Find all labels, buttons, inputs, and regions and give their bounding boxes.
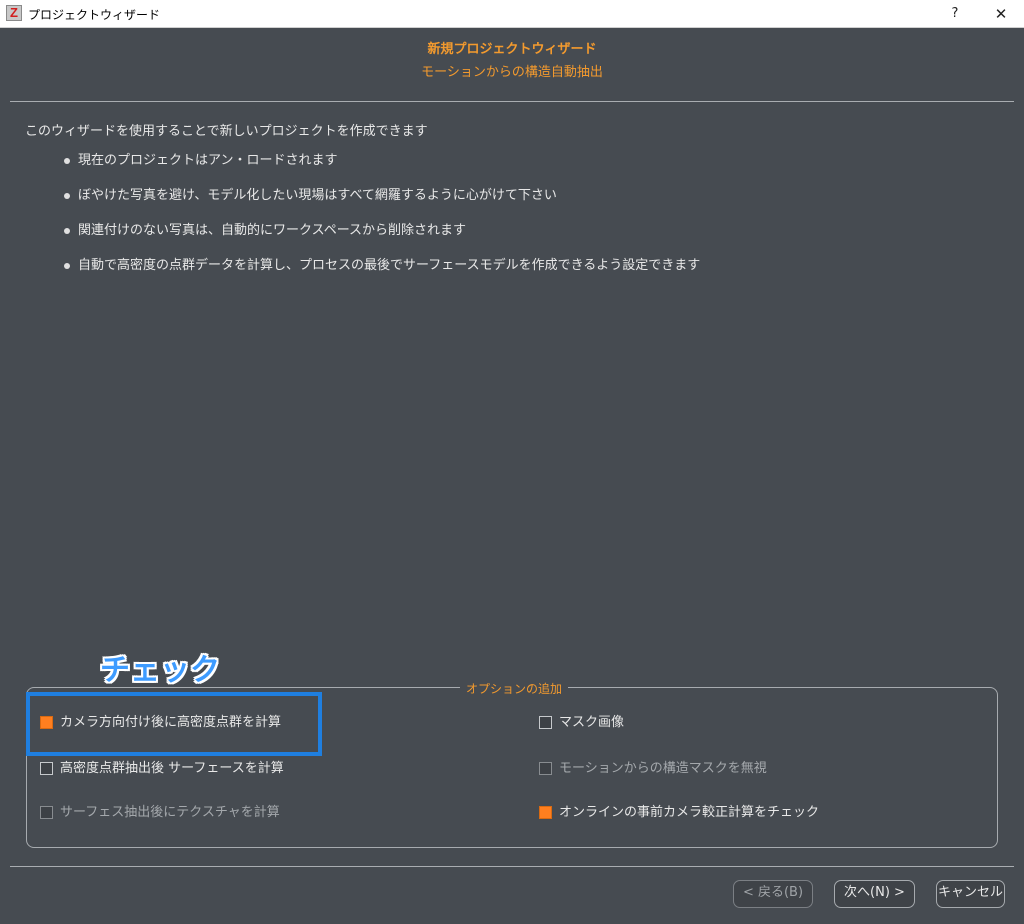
option-label: オンラインの事前カメラ較正計算をチェック: [559, 805, 820, 820]
option-mask-images[interactable]: マスク画像: [539, 715, 624, 733]
checkbox-checked-icon[interactable]: [539, 806, 552, 819]
option-surface-after-dense[interactable]: 高密度点群抽出後 サーフェースを計算: [40, 761, 284, 779]
back-button[interactable]: < 戻る(B): [733, 880, 813, 908]
bullet-icon: [64, 228, 70, 234]
annotation-label: チェック: [100, 653, 220, 688]
list-item-text: 関連付けのない写真は、自動的にワークスペースから削除されます: [78, 223, 467, 238]
option-label: カメラ方向付け後に高密度点群を計算: [60, 715, 282, 730]
bullet-icon: [64, 158, 70, 164]
options-group-legend: オプションの追加: [460, 680, 569, 697]
intro-text: このウィザードを使用することで新しいプロジェクトを作成できます: [25, 124, 428, 139]
next-button[interactable]: 次へ(N) >: [834, 880, 915, 908]
list-item-text: 自動で高密度の点群データを計算し、プロセスの最後でサーフェースモデルを作成できる…: [78, 258, 701, 273]
option-label: サーフェス抽出後にテクスチャを計算: [60, 805, 280, 820]
wizard-title: 新規プロジェクトウィザード: [427, 42, 597, 57]
option-dense-pointcloud-after-orientation[interactable]: カメラ方向付け後に高密度点群を計算: [40, 715, 281, 733]
option-ignore-sfm-mask: モーションからの構造マスクを無視: [539, 761, 767, 779]
cancel-button[interactable]: キャンセル: [936, 880, 1005, 908]
checkbox-unchecked-icon: [40, 806, 53, 819]
wizard-subtitle: モーションからの構造自動抽出: [421, 65, 603, 80]
bullet-icon: [64, 263, 70, 269]
option-label: マスク画像: [559, 715, 625, 730]
close-button[interactable]: ✕: [978, 0, 1024, 28]
option-label: モーションからの構造マスクを無視: [559, 761, 767, 776]
checkbox-unchecked-icon[interactable]: [539, 716, 552, 729]
option-texture-after-surface: サーフェス抽出後にテクスチャを計算: [40, 805, 280, 823]
footer-divider: [10, 866, 1014, 867]
list-item: ぼやけた写真を避け、モデル化したい現場はすべて網羅するように心がけて下さい: [60, 188, 700, 223]
list-item-text: 現在のプロジェクトはアン・ロードされます: [78, 153, 338, 168]
checkbox-checked-icon[interactable]: [40, 716, 53, 729]
list-item-text: ぼやけた写真を避け、モデル化したい現場はすべて網羅するように心がけて下さい: [78, 188, 557, 203]
option-label: 高密度点群抽出後 サーフェースを計算: [60, 761, 284, 776]
info-list: 現在のプロジェクトはアン・ロードされます ぼやけた写真を避け、モデル化したい現場…: [60, 153, 700, 293]
bullet-icon: [64, 193, 70, 199]
checkbox-unchecked-icon[interactable]: [40, 762, 53, 775]
list-item: 関連付けのない写真は、自動的にワークスペースから削除されます: [60, 223, 700, 258]
list-item: 自動で高密度の点群データを計算し、プロセスの最後でサーフェースモデルを作成できる…: [60, 258, 700, 293]
list-item: 現在のプロジェクトはアン・ロードされます: [60, 153, 700, 188]
option-online-camera-calibration[interactable]: オンラインの事前カメラ較正計算をチェック: [539, 805, 819, 823]
checkbox-unchecked-icon: [539, 762, 552, 775]
window-titlebar: Z プロジェクトウィザード ? ✕: [0, 0, 1024, 28]
header-divider: [10, 101, 1014, 102]
app-logo-icon: Z: [6, 5, 22, 21]
window-title: プロジェクトウィザード: [28, 8, 161, 22]
help-button[interactable]: ?: [932, 0, 978, 28]
